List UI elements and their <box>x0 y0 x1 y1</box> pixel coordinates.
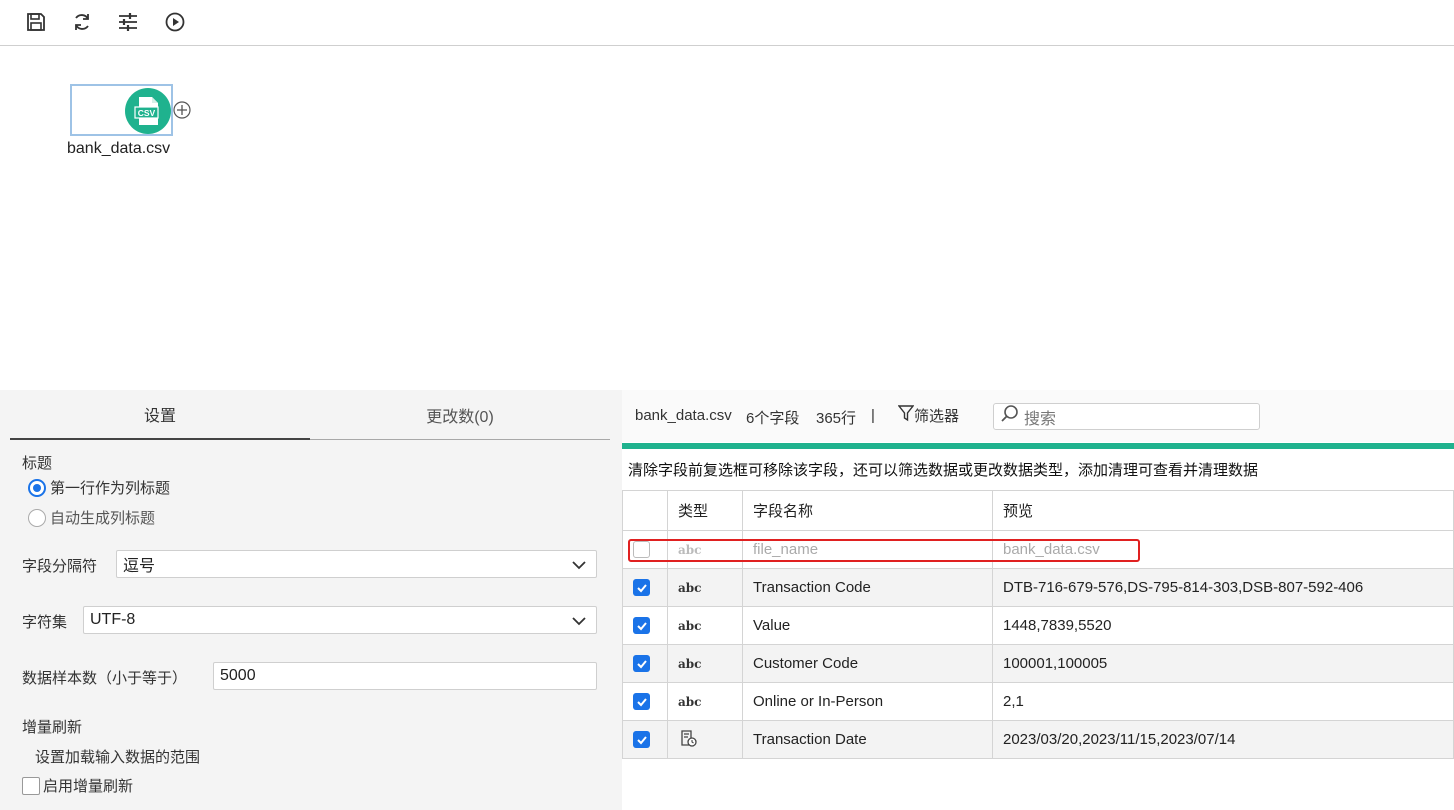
filter-label: 筛选器 <box>914 407 960 425</box>
radio-label: 自动生成列标题 <box>50 510 156 527</box>
checkbox-checked-icon[interactable] <box>633 579 650 596</box>
incremental-section-label: 增量刷新 <box>22 719 83 736</box>
column-header-name: 字段名称 <box>742 490 993 531</box>
checkbox-checked-icon[interactable] <box>633 731 650 748</box>
table-row[interactable]: abc Customer Code 100001,100005 <box>622 644 1454 683</box>
field-name: Customer Code <box>742 644 993 683</box>
search-placeholder: 搜索 <box>1024 410 1057 428</box>
field-name: Transaction Code <box>742 568 993 607</box>
field-name: Value <box>742 606 993 645</box>
string-type-icon[interactable]: abc <box>678 695 701 709</box>
string-type-icon[interactable]: abc <box>678 657 701 671</box>
checkbox-unchecked-icon <box>22 776 40 795</box>
sliders-icon[interactable] <box>115 9 141 35</box>
checkbox-checked-icon[interactable] <box>633 617 650 634</box>
toolbar <box>0 0 1454 46</box>
table-row[interactable]: abc Value 1448,7839,5520 <box>622 606 1454 645</box>
chevron-down-icon <box>572 614 586 633</box>
search-input[interactable]: 搜索 <box>993 403 1260 430</box>
radio-label: 第一行作为列标题 <box>50 480 171 497</box>
select-column-header <box>622 490 668 531</box>
table-row[interactable]: abc file_name bank_data.csv <box>622 530 1454 569</box>
field-preview: DTB-716-679-576,DS-795-814-303,DSB-807-5… <box>992 568 1454 607</box>
field-name: Online or In-Person <box>742 682 993 721</box>
radio-auto-header[interactable]: 自动生成列标题 <box>28 507 155 528</box>
filter-icon <box>897 404 915 426</box>
delimiter-select[interactable]: 逗号 <box>116 550 597 578</box>
string-type-icon[interactable]: abc <box>678 619 701 633</box>
incremental-checkbox[interactable]: 启用增量刷新 <box>22 775 133 796</box>
radio-selected-icon <box>28 478 46 497</box>
save-icon[interactable] <box>23 9 49 35</box>
file-name: bank_data.csv <box>635 407 732 424</box>
sample-size-input[interactable]: 5000 <box>213 662 597 690</box>
incremental-description: 设置加载输入数据的范围 <box>35 749 201 766</box>
svg-text:CSV: CSV <box>138 108 156 118</box>
date-type-icon[interactable] <box>678 729 698 752</box>
accent-bar <box>622 443 1454 449</box>
play-icon[interactable] <box>162 9 188 35</box>
settings-tabs: 设置 更改数(0) <box>10 390 610 440</box>
tab-changes[interactable]: 更改数(0) <box>310 390 610 440</box>
string-type-icon[interactable]: abc <box>678 581 701 595</box>
add-step-icon[interactable] <box>173 101 191 119</box>
checkbox-checked-icon[interactable] <box>633 655 650 672</box>
radio-first-row-header[interactable]: 第一行作为列标题 <box>28 477 170 498</box>
checkbox-label: 启用增量刷新 <box>43 778 134 795</box>
field-preview: bank_data.csv <box>992 530 1454 569</box>
field-preview: 2023/03/20,2023/11/15,2023/07/14 <box>992 720 1454 759</box>
charset-select[interactable]: UTF-8 <box>83 606 597 634</box>
flow-canvas[interactable]: CSV bank_data.csv <box>0 47 1454 390</box>
refresh-icon[interactable] <box>69 9 95 35</box>
radio-unselected-icon <box>28 508 46 527</box>
csv-file-icon: CSV <box>125 88 171 134</box>
node-label: bank_data.csv <box>67 140 171 157</box>
table-row[interactable]: abc Transaction Code DTB-716-679-576,DS-… <box>622 568 1454 607</box>
field-count: 6个字段 <box>746 410 800 427</box>
separator: | <box>871 407 875 424</box>
chevron-down-icon <box>572 558 586 577</box>
settings-panel: 设置 更改数(0) 标题 第一行作为列标题 自动生成列标题 字段分隔符 逗号 字… <box>0 390 622 810</box>
checkbox-unchecked-icon[interactable] <box>633 541 650 558</box>
delimiter-value: 逗号 <box>123 558 156 575</box>
search-icon <box>1000 404 1020 429</box>
field-name: file_name <box>742 530 993 569</box>
field-name: Transaction Date <box>742 720 993 759</box>
string-type-icon[interactable]: abc <box>678 543 701 557</box>
header-section-label: 标题 <box>22 455 53 472</box>
csv-input-node[interactable]: CSV <box>70 84 173 136</box>
column-header-type: 类型 <box>667 490 743 531</box>
filter-button[interactable]: 筛选器 <box>897 404 960 426</box>
table-row[interactable]: Transaction Date 2023/03/20,2023/11/15,2… <box>622 720 1454 759</box>
field-preview: 100001,100005 <box>992 644 1454 683</box>
delimiter-label: 字段分隔符 <box>22 558 98 575</box>
hint-text: 清除字段前复选框可移除该字段，还可以筛选数据或更改数据类型，添加清理可查看并清理… <box>628 462 1259 479</box>
checkbox-checked-icon[interactable] <box>633 693 650 710</box>
tab-settings[interactable]: 设置 <box>10 390 310 440</box>
charset-value: UTF-8 <box>90 611 136 628</box>
sample-size-label: 数据样本数（小于等于） <box>22 670 188 687</box>
field-preview: 1448,7839,5520 <box>992 606 1454 645</box>
fields-header: bank_data.csv 6个字段 365行 | 筛选器 搜索 <box>622 390 1454 442</box>
row-count: 365行 <box>816 410 857 427</box>
fields-table: 类型 字段名称 预览 abc file_name bank_data.csv a… <box>622 490 1454 759</box>
column-header-preview: 预览 <box>992 490 1454 531</box>
table-row[interactable]: abc Online or In-Person 2,1 <box>622 682 1454 721</box>
fields-panel: bank_data.csv 6个字段 365行 | 筛选器 搜索 清除字段前复选… <box>622 390 1454 810</box>
charset-label: 字符集 <box>22 614 68 631</box>
table-header-row: 类型 字段名称 预览 <box>622 490 1454 531</box>
field-preview: 2,1 <box>992 682 1454 721</box>
